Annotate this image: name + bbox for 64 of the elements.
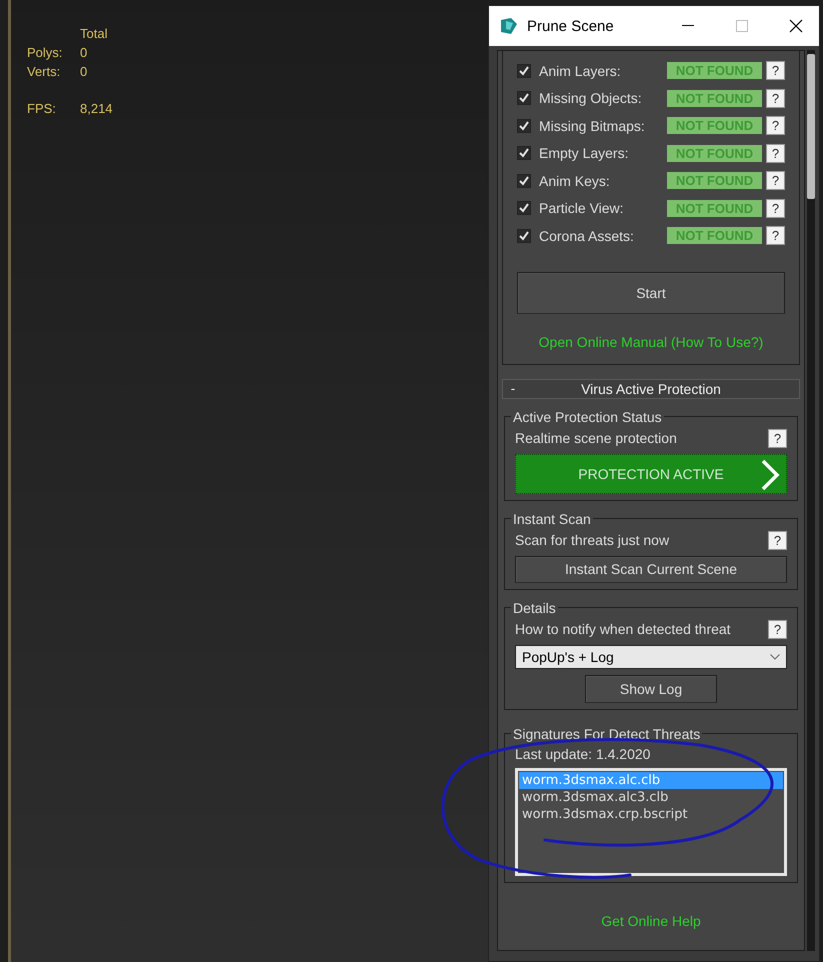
option-label: Anim Layers:	[539, 62, 622, 79]
stat-label: Verts:	[27, 64, 62, 79]
status-label: NOT FOUND	[667, 144, 762, 162]
help-button[interactable]: ?	[766, 171, 785, 190]
status-label: NOT FOUND	[667, 117, 762, 134]
option-label: Empty Layers:	[539, 145, 630, 162]
list-item[interactable]: worm.3dsmax.crp.bscript	[519, 806, 783, 822]
help-button[interactable]: ?	[766, 198, 785, 218]
minimize-icon	[682, 25, 694, 27]
scrollbar[interactable]	[807, 50, 815, 951]
option-label: Anim Keys:	[539, 172, 611, 189]
fps-label: FPS:	[27, 101, 57, 116]
help-button[interactable]: ?	[766, 116, 785, 136]
checkbox[interactable]	[517, 91, 531, 106]
option-label: Particle View:	[539, 200, 625, 216]
app-logo-icon	[499, 16, 519, 36]
status-label: NOT FOUND	[667, 227, 762, 244]
stat-value: 0	[80, 45, 88, 60]
checkbox[interactable]	[517, 201, 531, 216]
collapse-toggle[interactable]: -	[503, 381, 523, 396]
help-button[interactable]: ?	[768, 620, 787, 638]
checkbox[interactable]	[517, 228, 531, 243]
stat-value: 0	[80, 64, 88, 79]
option-label: Missing Objects:	[539, 90, 643, 106]
rollout-header[interactable]: - Virus Active Protection	[502, 378, 800, 398]
fps-value: 8,214	[80, 101, 114, 116]
protection-label: Realtime scene protection	[515, 430, 677, 446]
chevron-down-icon	[770, 654, 780, 660]
start-button[interactable]: Start	[517, 272, 785, 314]
checkbox[interactable]	[517, 146, 531, 160]
close-icon	[789, 19, 803, 33]
group-title: Active Protection Status	[512, 408, 663, 424]
help-button[interactable]: ?	[766, 226, 785, 246]
status-label: NOT FOUND	[667, 90, 762, 107]
window-title: Prune Scene	[527, 18, 615, 34]
show-log-button[interactable]: Show Log	[585, 674, 717, 702]
list-item[interactable]: worm.3dsmax.alc3.clb	[519, 788, 783, 806]
last-update-text: Last update: 1.4.2020	[515, 746, 652, 762]
status-label: NOT FOUND	[667, 200, 762, 217]
help-link[interactable]: Get Online Help	[601, 912, 701, 928]
status-label: NOT FOUND	[667, 172, 762, 190]
option-label: Missing Bitmaps:	[539, 118, 646, 134]
rollout-title: Virus Active Protection	[580, 380, 722, 396]
help-button[interactable]: ?	[768, 530, 787, 550]
option-label: Corona Assets:	[539, 228, 635, 244]
notify-label: How to notify when detected threat	[515, 621, 731, 637]
checkbox[interactable]	[517, 174, 531, 188]
stats-header: Total	[80, 26, 108, 41]
notify-dropdown[interactable]: PopUp's + Log	[515, 644, 787, 668]
checkbox[interactable]	[517, 118, 531, 133]
help-button[interactable]: ?	[766, 61, 785, 80]
status-label: NOT FOUND	[667, 62, 762, 80]
help-button[interactable]: ?	[766, 144, 785, 163]
manual-link[interactable]: Open Online Manual (How To Use?)	[538, 334, 764, 350]
checkbox[interactable]	[517, 64, 531, 78]
group-title: Details	[512, 600, 557, 616]
chevron-right-icon	[760, 458, 780, 490]
group-title: Instant Scan	[512, 510, 592, 526]
stat-label: Polys:	[27, 45, 64, 60]
scan-label: Scan for threats just now	[515, 532, 670, 548]
scan-button[interactable]: Instant Scan Current Scene	[515, 556, 787, 582]
help-button[interactable]: ?	[766, 88, 785, 108]
maximize-icon	[736, 20, 748, 32]
help-button[interactable]: ?	[768, 428, 787, 448]
